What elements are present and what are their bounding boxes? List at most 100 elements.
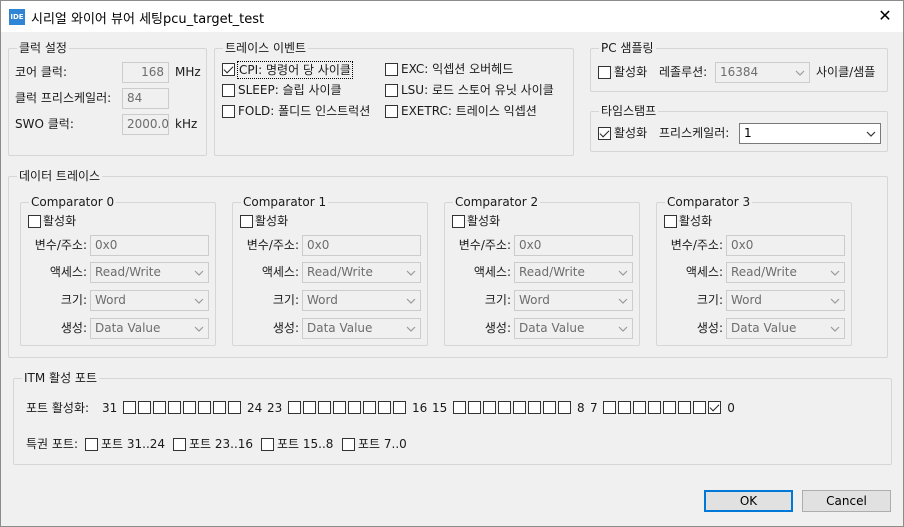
swo-clock-input[interactable]: 2000.0	[122, 114, 169, 135]
generate-select[interactable]: Data Value	[514, 318, 633, 339]
privileged-port-checkbox[interactable]	[85, 438, 98, 451]
port-checkbox[interactable]	[498, 401, 512, 414]
exetrc-checkbox[interactable]	[385, 105, 398, 118]
port-checkbox[interactable]	[603, 401, 617, 414]
access-select[interactable]: Read/Write	[514, 262, 633, 283]
comparator-enable-checkbox[interactable]	[240, 215, 253, 228]
port-checkbox[interactable]	[228, 401, 242, 414]
comparator-enable-checkbox[interactable]	[664, 215, 677, 228]
port-checkbox[interactable]	[483, 401, 497, 414]
port-checkbox[interactable]	[393, 401, 407, 414]
access-select[interactable]: Read/Write	[726, 262, 845, 283]
access-select[interactable]: Read/Write	[302, 262, 421, 283]
generate-value: Data Value	[731, 321, 797, 335]
cancel-button[interactable]: Cancel	[802, 490, 891, 512]
port-checkbox[interactable]	[123, 401, 137, 414]
port-checkbox[interactable]	[468, 401, 482, 414]
generate-label: 생성:	[696, 321, 723, 335]
comparator-enable-label[interactable]: 활성화	[679, 213, 712, 229]
sleep-label[interactable]: SLEEP: 슬립 사이클	[238, 82, 342, 98]
port-checkbox[interactable]	[528, 401, 542, 414]
privileged-port-checkbox[interactable]	[261, 438, 274, 451]
port-checkbox[interactable]	[543, 401, 557, 414]
size-label: 크기:	[60, 293, 87, 307]
access-select[interactable]: Read/Write	[90, 262, 209, 283]
comparator-enable-label[interactable]: 활성화	[43, 213, 76, 229]
port-checkbox[interactable]	[333, 401, 347, 414]
port-checkbox[interactable]	[138, 401, 152, 414]
trace-events-legend: 트레이스 이벤트	[223, 40, 309, 56]
size-select[interactable]: Word	[514, 290, 633, 311]
port-checkbox[interactable]	[198, 401, 212, 414]
size-select[interactable]: Word	[90, 290, 209, 311]
port-checkbox[interactable]	[618, 401, 632, 414]
port-checkbox[interactable]	[153, 401, 167, 414]
lsu-checkbox[interactable]	[385, 84, 398, 97]
privileged-port-label[interactable]: 포트 15..8	[277, 436, 333, 452]
port-checkbox[interactable]	[648, 401, 662, 414]
title-bar: IDE 시리얼 와이어 뷰어 세팅pcu_target_test ✕	[1, 1, 903, 32]
var-address-input[interactable]: 0x0	[514, 235, 633, 256]
var-address-input[interactable]: 0x0	[90, 235, 209, 256]
comparator-enable-checkbox[interactable]	[452, 215, 465, 228]
fold-checkbox[interactable]	[222, 105, 235, 118]
exc-checkbox[interactable]	[385, 63, 398, 76]
timestamp-prescaler-select[interactable]: 1	[739, 123, 881, 144]
sleep-checkbox[interactable]	[222, 84, 235, 97]
port-checkbox[interactable]	[663, 401, 677, 414]
var-address-input[interactable]: 0x0	[726, 235, 845, 256]
timestamp-enable-checkbox[interactable]	[598, 127, 611, 140]
comparator-title: Comparator 2	[453, 194, 541, 210]
chevron-down-icon	[406, 326, 416, 332]
close-icon[interactable]: ✕	[875, 6, 895, 26]
port-checkbox[interactable]	[693, 401, 707, 414]
privileged-port-label[interactable]: 포트 31..24	[101, 436, 165, 452]
port-checkbox[interactable]	[453, 401, 467, 414]
comparator-enable-label[interactable]: 활성화	[255, 213, 288, 229]
access-value: Read/Write	[731, 265, 797, 279]
pc-sampling-enable-checkbox[interactable]	[598, 66, 611, 79]
port-checkbox[interactable]	[168, 401, 182, 414]
timestamp-enable-label[interactable]: 활성화	[614, 125, 647, 141]
clock-prescaler-input[interactable]: 84	[122, 88, 169, 109]
pc-sampling-enable-label[interactable]: 활성화	[614, 64, 647, 80]
lsu-label[interactable]: LSU: 로드 스토어 유닛 사이클	[401, 82, 554, 98]
generate-value: Data Value	[519, 321, 585, 335]
cpi-label[interactable]: CPI: 명령어 당 사이클	[237, 61, 353, 79]
port-checkbox[interactable]	[633, 401, 647, 414]
port-group-start: 31	[102, 401, 118, 415]
resolution-select[interactable]: 16384	[715, 62, 810, 83]
port-checkbox[interactable]	[303, 401, 317, 414]
privileged-port-label[interactable]: 포트 23..16	[189, 436, 253, 452]
comparator-enable-checkbox[interactable]	[28, 215, 41, 228]
port-group-7-0: 7 0	[590, 400, 735, 416]
size-select[interactable]: Word	[302, 290, 421, 311]
comparator-enable-label[interactable]: 활성화	[467, 213, 500, 229]
generate-select[interactable]: Data Value	[302, 318, 421, 339]
port-checkbox[interactable]	[363, 401, 377, 414]
core-clock-input[interactable]: 168	[122, 62, 169, 83]
generate-label: 생성:	[272, 321, 299, 335]
size-select[interactable]: Word	[726, 290, 845, 311]
port-checkbox[interactable]	[678, 401, 692, 414]
port-checkbox[interactable]	[513, 401, 527, 414]
port-checkbox[interactable]	[183, 401, 197, 414]
port-checkbox[interactable]	[348, 401, 362, 414]
fold-label[interactable]: FOLD: 폴디드 인스트럭션	[238, 103, 370, 119]
port-checkbox[interactable]	[708, 401, 722, 414]
port-checkbox[interactable]	[558, 401, 572, 414]
port-checkbox[interactable]	[378, 401, 392, 414]
port-checkbox[interactable]	[288, 401, 302, 414]
generate-select[interactable]: Data Value	[90, 318, 209, 339]
var-address-input[interactable]: 0x0	[302, 235, 421, 256]
cpi-checkbox[interactable]	[222, 63, 235, 76]
privileged-port-label[interactable]: 포트 7..0	[358, 436, 407, 452]
port-checkbox[interactable]	[318, 401, 332, 414]
ok-button[interactable]: OK	[704, 490, 793, 512]
privileged-port-checkbox[interactable]	[342, 438, 355, 451]
generate-select[interactable]: Data Value	[726, 318, 845, 339]
port-checkbox[interactable]	[213, 401, 227, 414]
privileged-port-checkbox[interactable]	[173, 438, 186, 451]
exetrc-label[interactable]: EXETRC: 트레이스 익셉션	[401, 103, 537, 119]
exc-label[interactable]: EXC: 익셉션 오버헤드	[401, 61, 513, 77]
